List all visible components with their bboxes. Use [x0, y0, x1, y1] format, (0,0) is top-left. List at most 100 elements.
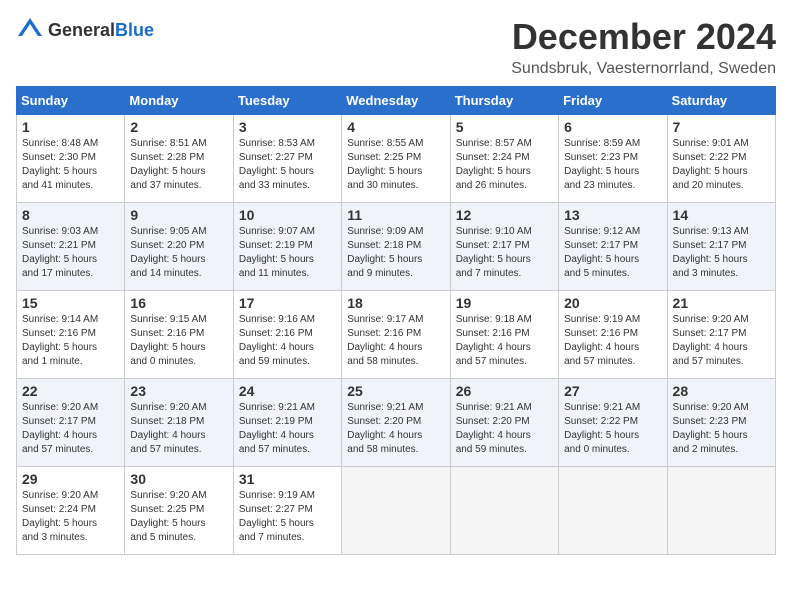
- day-number: 3: [239, 119, 336, 135]
- day-number: 20: [564, 295, 661, 311]
- calendar-day-cell: 12 Sunrise: 9:10 AM Sunset: 2:17 PM Dayli…: [450, 203, 558, 291]
- day-number: 28: [673, 383, 770, 399]
- day-info: Sunrise: 9:15 AM Sunset: 2:16 PM Dayligh…: [130, 313, 227, 369]
- day-number: 2: [130, 119, 227, 135]
- calendar-day-cell: 29Sunrise: 9:20 AM Sunset: 2:24 PM Dayli…: [17, 467, 125, 555]
- day-number: 13: [564, 207, 661, 223]
- month-title: December 2024: [511, 16, 776, 58]
- calendar-day-cell: 11Sunrise: 9:09 AM Sunset: 2:18 PM Dayli…: [342, 203, 450, 291]
- logo-text-general: General: [48, 20, 115, 40]
- calendar-day-cell: 13 Sunrise: 9:12 AM Sunset: 2:17 PM Dayli…: [559, 203, 667, 291]
- day-number: 9: [130, 207, 227, 223]
- calendar-header-row: SundayMondayTuesdayWednesdayThursdayFrid…: [17, 87, 776, 115]
- calendar-day-cell: 20 Sunrise: 9:19 AM Sunset: 2:16 PM Dayli…: [559, 291, 667, 379]
- calendar-day-cell: 2 Sunrise: 8:51 AM Sunset: 2:28 PM Daylig…: [125, 115, 233, 203]
- day-number: 26: [456, 383, 553, 399]
- day-info: Sunrise: 8:57 AM Sunset: 2:24 PM Dayligh…: [456, 137, 553, 193]
- calendar-week-row: 8Sunrise: 9:03 AM Sunset: 2:21 PM Daylig…: [17, 203, 776, 291]
- calendar-day-cell: 24Sunrise: 9:21 AM Sunset: 2:19 PM Dayli…: [233, 379, 341, 467]
- day-number: 27: [564, 383, 661, 399]
- weekday-header-tuesday: Tuesday: [233, 87, 341, 115]
- day-number: 24: [239, 383, 336, 399]
- day-number: 21: [673, 295, 770, 311]
- logo-text-blue: Blue: [115, 20, 154, 40]
- day-number: 23: [130, 383, 227, 399]
- day-number: 4: [347, 119, 444, 135]
- calendar-day-cell: [667, 467, 775, 555]
- day-info: Sunrise: 9:19 AM Sunset: 2:27 PM Dayligh…: [239, 489, 336, 545]
- day-info: Sunrise: 9:18 AM Sunset: 2:16 PM Dayligh…: [456, 313, 553, 369]
- calendar-day-cell: 7Sunrise: 9:01 AM Sunset: 2:22 PM Daylig…: [667, 115, 775, 203]
- calendar-day-cell: 6 Sunrise: 8:59 AM Sunset: 2:23 PM Daylig…: [559, 115, 667, 203]
- day-info: Sunrise: 9:03 AM Sunset: 2:21 PM Dayligh…: [22, 225, 119, 281]
- day-number: 30: [130, 471, 227, 487]
- logo-icon: [16, 16, 44, 44]
- day-info: Sunrise: 8:55 AM Sunset: 2:25 PM Dayligh…: [347, 137, 444, 193]
- day-info: Sunrise: 9:14 AM Sunset: 2:16 PM Dayligh…: [22, 313, 119, 369]
- day-info: Sunrise: 9:01 AM Sunset: 2:22 PM Dayligh…: [673, 137, 770, 193]
- day-info: Sunrise: 9:20 AM Sunset: 2:25 PM Dayligh…: [130, 489, 227, 545]
- calendar-day-cell: 5Sunrise: 8:57 AM Sunset: 2:24 PM Daylig…: [450, 115, 558, 203]
- calendar-week-row: 29Sunrise: 9:20 AM Sunset: 2:24 PM Dayli…: [17, 467, 776, 555]
- day-info: Sunrise: 8:51 AM Sunset: 2:28 PM Dayligh…: [130, 137, 227, 193]
- calendar-day-cell: 10 Sunrise: 9:07 AM Sunset: 2:19 PM Dayli…: [233, 203, 341, 291]
- day-info: Sunrise: 9:20 AM Sunset: 2:17 PM Dayligh…: [673, 313, 770, 369]
- weekday-header-sunday: Sunday: [17, 87, 125, 115]
- calendar-day-cell: 31 Sunrise: 9:19 AM Sunset: 2:27 PM Dayli…: [233, 467, 341, 555]
- day-number: 12: [456, 207, 553, 223]
- day-number: 19: [456, 295, 553, 311]
- day-info: Sunrise: 9:10 AM Sunset: 2:17 PM Dayligh…: [456, 225, 553, 281]
- calendar-week-row: 22Sunrise: 9:20 AM Sunset: 2:17 PM Dayli…: [17, 379, 776, 467]
- day-info: Sunrise: 9:12 AM Sunset: 2:17 PM Dayligh…: [564, 225, 661, 281]
- weekday-header-thursday: Thursday: [450, 87, 558, 115]
- calendar-day-cell: [559, 467, 667, 555]
- day-info: Sunrise: 9:16 AM Sunset: 2:16 PM Dayligh…: [239, 313, 336, 369]
- day-info: Sunrise: 9:07 AM Sunset: 2:19 PM Dayligh…: [239, 225, 336, 281]
- day-info: Sunrise: 8:59 AM Sunset: 2:23 PM Dayligh…: [564, 137, 661, 193]
- day-info: Sunrise: 9:19 AM Sunset: 2:16 PM Dayligh…: [564, 313, 661, 369]
- day-number: 16: [130, 295, 227, 311]
- calendar-day-cell: 21 Sunrise: 9:20 AM Sunset: 2:17 PM Dayli…: [667, 291, 775, 379]
- calendar-day-cell: 15 Sunrise: 9:14 AM Sunset: 2:16 PM Dayli…: [17, 291, 125, 379]
- calendar-day-cell: 18Sunrise: 9:17 AM Sunset: 2:16 PM Dayli…: [342, 291, 450, 379]
- day-info: Sunrise: 9:21 AM Sunset: 2:20 PM Dayligh…: [456, 401, 553, 457]
- day-info: Sunrise: 9:09 AM Sunset: 2:18 PM Dayligh…: [347, 225, 444, 281]
- day-number: 15: [22, 295, 119, 311]
- day-number: 10: [239, 207, 336, 223]
- logo: GeneralBlue: [16, 16, 154, 44]
- day-info: Sunrise: 9:17 AM Sunset: 2:16 PM Dayligh…: [347, 313, 444, 369]
- calendar-day-cell: 4 Sunrise: 8:55 AM Sunset: 2:25 PM Daylig…: [342, 115, 450, 203]
- weekday-header-saturday: Saturday: [667, 87, 775, 115]
- day-info: Sunrise: 9:21 AM Sunset: 2:22 PM Dayligh…: [564, 401, 661, 457]
- calendar-day-cell: 25 Sunrise: 9:21 AM Sunset: 2:20 PM Dayli…: [342, 379, 450, 467]
- day-info: Sunrise: 8:53 AM Sunset: 2:27 PM Dayligh…: [239, 137, 336, 193]
- calendar-day-cell: 23Sunrise: 9:20 AM Sunset: 2:18 PM Dayli…: [125, 379, 233, 467]
- calendar-day-cell: [342, 467, 450, 555]
- title-area: December 2024 Sundsbruk, Vaesternorrland…: [511, 16, 776, 78]
- day-info: Sunrise: 9:20 AM Sunset: 2:17 PM Dayligh…: [22, 401, 119, 457]
- calendar-day-cell: 17Sunrise: 9:16 AM Sunset: 2:16 PM Dayli…: [233, 291, 341, 379]
- day-number: 1: [22, 119, 119, 135]
- day-info: Sunrise: 8:48 AM Sunset: 2:30 PM Dayligh…: [22, 137, 119, 193]
- weekday-header-monday: Monday: [125, 87, 233, 115]
- calendar-day-cell: 9Sunrise: 9:05 AM Sunset: 2:20 PM Daylig…: [125, 203, 233, 291]
- day-info: Sunrise: 9:20 AM Sunset: 2:23 PM Dayligh…: [673, 401, 770, 457]
- calendar-day-cell: 22Sunrise: 9:20 AM Sunset: 2:17 PM Dayli…: [17, 379, 125, 467]
- calendar-day-cell: 27 Sunrise: 9:21 AM Sunset: 2:22 PM Dayli…: [559, 379, 667, 467]
- calendar-day-cell: 1 Sunrise: 8:48 AM Sunset: 2:30 PM Daylig…: [17, 115, 125, 203]
- location-title: Sundsbruk, Vaesternorrland, Sweden: [511, 60, 776, 78]
- calendar-day-cell: 26 Sunrise: 9:21 AM Sunset: 2:20 PM Dayli…: [450, 379, 558, 467]
- day-number: 6: [564, 119, 661, 135]
- day-info: Sunrise: 9:21 AM Sunset: 2:20 PM Dayligh…: [347, 401, 444, 457]
- day-info: Sunrise: 9:13 AM Sunset: 2:17 PM Dayligh…: [673, 225, 770, 281]
- calendar-day-cell: 3 Sunrise: 8:53 AM Sunset: 2:27 PM Daylig…: [233, 115, 341, 203]
- weekday-header-wednesday: Wednesday: [342, 87, 450, 115]
- day-info: Sunrise: 9:20 AM Sunset: 2:24 PM Dayligh…: [22, 489, 119, 545]
- day-number: 31: [239, 471, 336, 487]
- calendar-week-row: 15 Sunrise: 9:14 AM Sunset: 2:16 PM Dayli…: [17, 291, 776, 379]
- day-number: 25: [347, 383, 444, 399]
- calendar-day-cell: 8Sunrise: 9:03 AM Sunset: 2:21 PM Daylig…: [17, 203, 125, 291]
- calendar-day-cell: 28 Sunrise: 9:20 AM Sunset: 2:23 PM Dayli…: [667, 379, 775, 467]
- page-header: GeneralBlue December 2024 Sundsbruk, Vae…: [16, 16, 776, 78]
- weekday-header-friday: Friday: [559, 87, 667, 115]
